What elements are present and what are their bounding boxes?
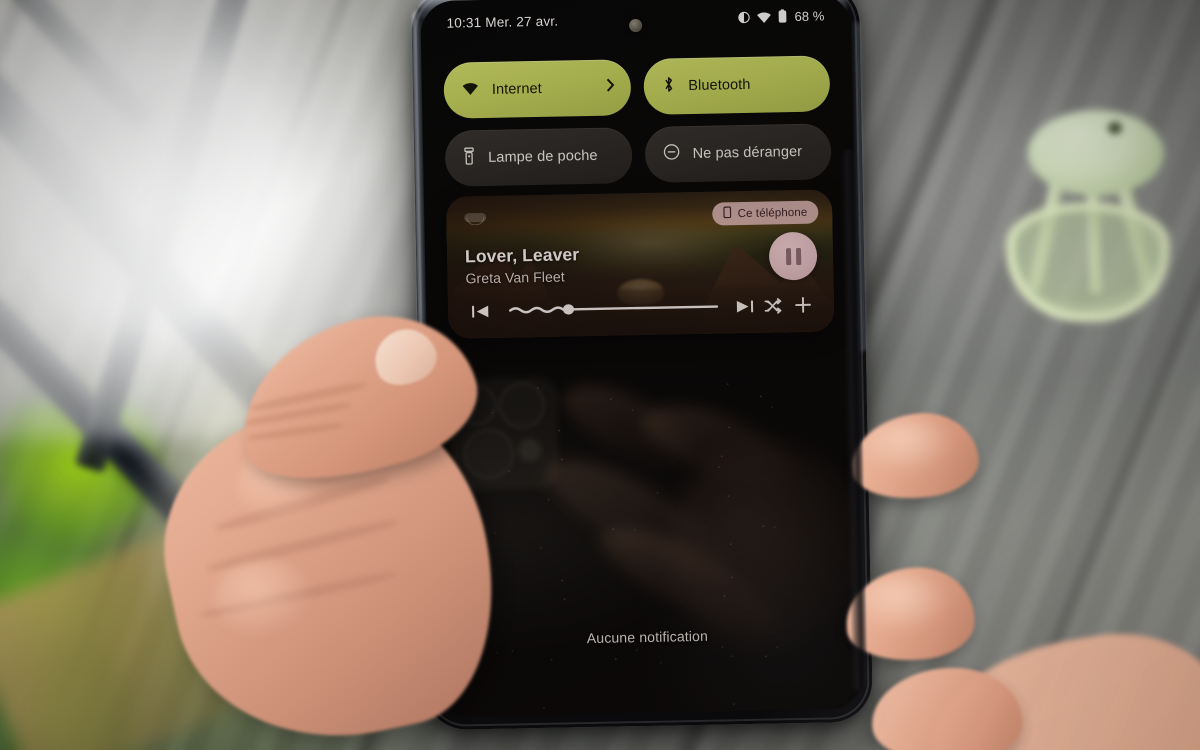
seek-remaining-track — [572, 305, 719, 311]
seek-thumb — [563, 304, 575, 315]
skip-previous-button[interactable] — [468, 302, 492, 319]
battery-percent-label: 68 % — [794, 7, 825, 24]
tile-internet-label: Internet — [491, 80, 542, 98]
tile-do-not-disturb[interactable]: Ne pas déranger — [644, 123, 832, 183]
media-output-chip[interactable]: Ce téléphone — [712, 200, 819, 226]
status-bar-clock: 10:31 Mer. 27 avr. — [446, 13, 559, 31]
media-track-title: Lover, Leaver — [464, 244, 580, 267]
pause-icon — [785, 247, 791, 265]
music-app-icon — [462, 208, 488, 226]
seek-progress-wave — [508, 306, 565, 314]
media-artist-name: Greta Van Fleet — [465, 268, 565, 287]
reflected-finger — [533, 437, 746, 599]
wifi-icon — [756, 10, 771, 23]
reflected-lens — [501, 384, 543, 426]
reflected-palm — [668, 438, 863, 653]
phone-screen: Aucune notification 10:31 Mer. 27 avr. 6… — [420, 0, 864, 718]
tile-dnd-label: Ne pas déranger — [692, 143, 803, 162]
quick-settings-panel: Internet Bluetooth Lampe de poche Ne pas… — [443, 55, 832, 198]
reflected-finger — [553, 368, 703, 481]
smartphone: Aucune notification 10:31 Mer. 27 avr. 6… — [410, 0, 874, 731]
reflected-camera-module — [449, 376, 560, 491]
skip-next-button[interactable] — [732, 297, 756, 314]
notification-shade-area[interactable]: Aucune notification — [427, 352, 864, 718]
flashlight-icon — [463, 146, 475, 170]
reflected-finger — [633, 388, 804, 501]
reflected-flash — [520, 441, 539, 460]
add-to-playlist-button[interactable] — [790, 295, 816, 315]
screen-reflection — [427, 352, 864, 718]
reflected-lens — [466, 431, 512, 477]
contrast-icon — [737, 10, 750, 23]
do-not-disturb-icon — [662, 143, 679, 165]
phone-icon — [723, 206, 732, 221]
shuffle-button[interactable] — [760, 297, 786, 314]
quick-settings-row-1: Internet Bluetooth — [443, 55, 831, 119]
tile-flashlight[interactable]: Lampe de poche — [444, 127, 633, 187]
tile-internet[interactable]: Internet — [443, 59, 631, 119]
screen-dust-specks — [427, 352, 864, 718]
no-notifications-label: Aucune notification — [586, 627, 709, 647]
media-player-card[interactable]: Ce téléphone Lover, Leaver Greta Van Fle… — [445, 189, 835, 339]
wifi-icon — [462, 81, 479, 100]
media-output-label: Ce téléphone — [737, 206, 808, 220]
battery-icon — [777, 9, 787, 23]
reflected-lens — [459, 387, 495, 423]
chevron-right-icon[interactable] — [605, 77, 614, 97]
quick-settings-row-2: Lampe de poche Ne pas déranger — [444, 123, 832, 187]
media-seek-bar[interactable] — [508, 299, 720, 317]
photo-scene: Aucune notification 10:31 Mer. 27 avr. 6… — [0, 0, 1200, 750]
status-bar-icons: 68 % — [737, 7, 825, 25]
tile-bluetooth-label: Bluetooth — [688, 76, 751, 95]
tile-flashlight-label: Lampe de poche — [488, 147, 598, 166]
tile-bluetooth[interactable]: Bluetooth — [642, 55, 831, 115]
bluetooth-icon — [661, 75, 675, 98]
